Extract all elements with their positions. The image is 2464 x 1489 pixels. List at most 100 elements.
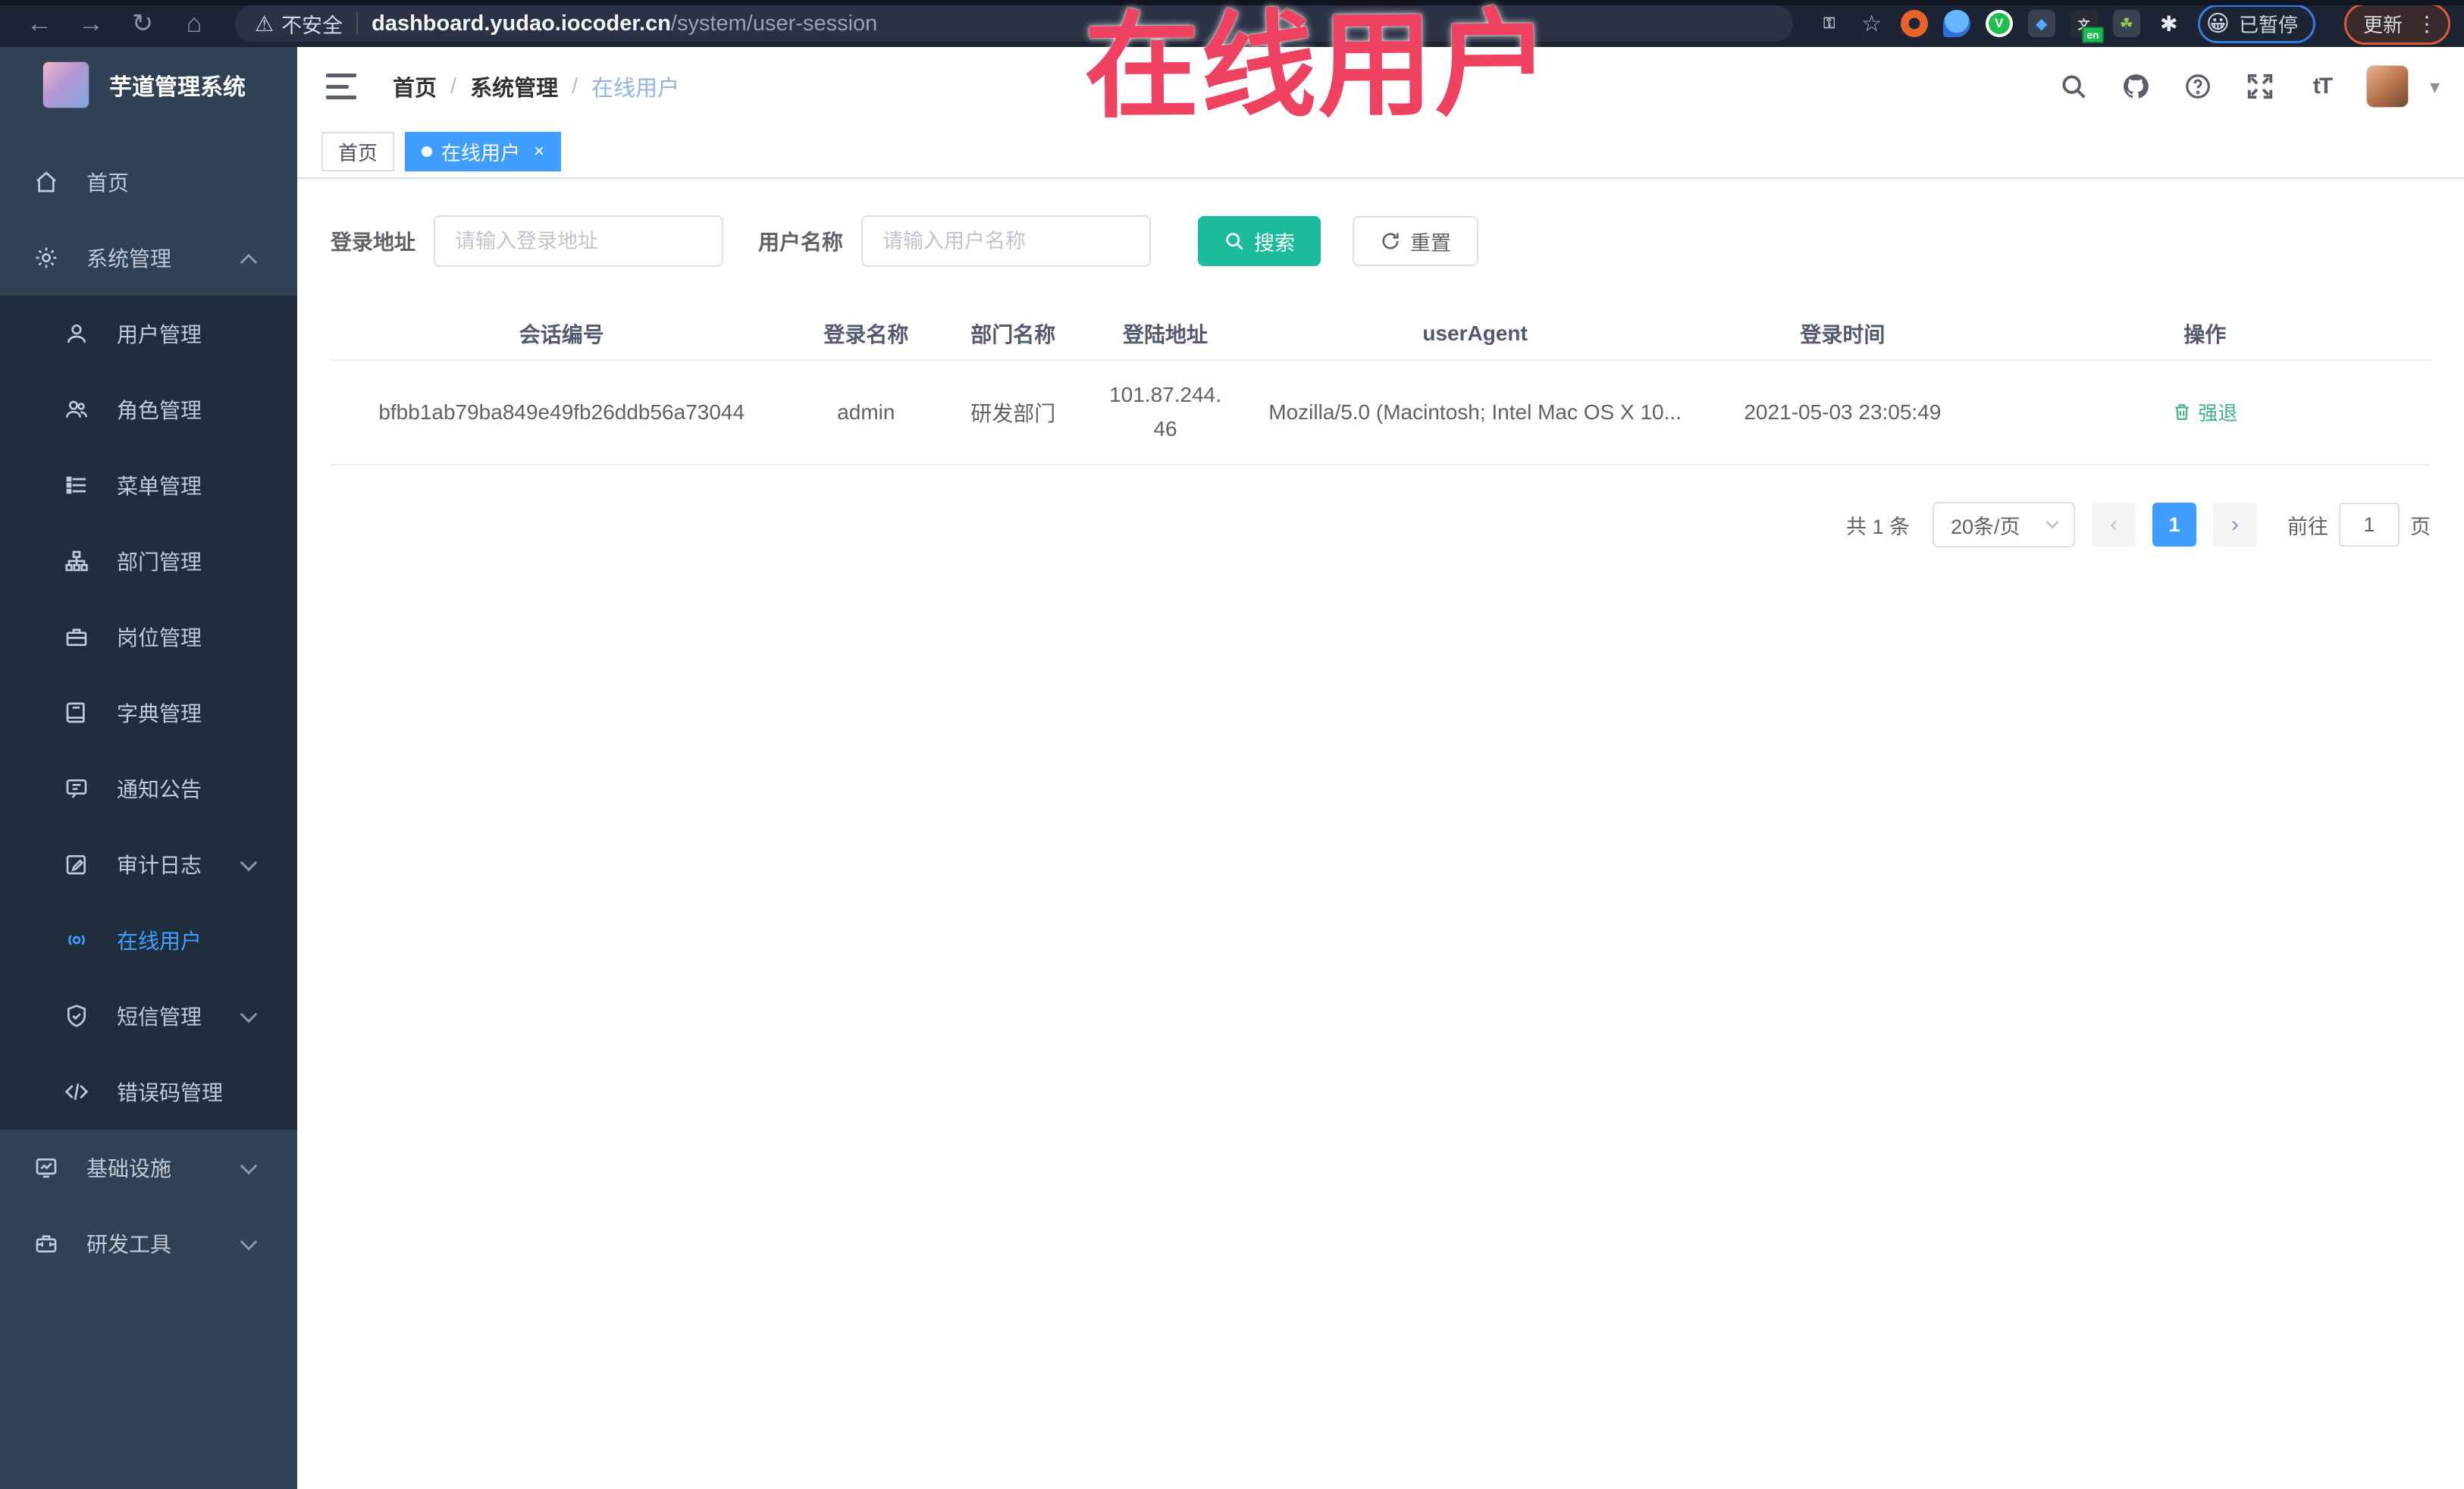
sidebar-logo-row[interactable]: 芋道管理系统 (0, 47, 297, 123)
close-icon[interactable]: × (534, 141, 544, 162)
page-unit-label: 页 (2410, 515, 2431, 538)
chevron-down-icon (240, 1157, 258, 1175)
extension-pin-icon[interactable] (1942, 10, 1970, 37)
address-bar[interactable]: ⚠ 不安全 dashboard.yudao.iocoder.cn /system… (235, 5, 1793, 42)
goto-page-input[interactable] (2339, 503, 2400, 547)
navbar-actions: tT ▾ (2055, 65, 2440, 108)
sidebar-item-label: 短信管理 (117, 1005, 202, 1029)
goto-label: 前往 (2287, 515, 2328, 538)
hamburger-icon[interactable] (326, 74, 356, 99)
login-addr-input[interactable] (434, 215, 724, 267)
users-icon (64, 397, 89, 422)
username-input[interactable] (861, 215, 1152, 267)
log-edit-icon (64, 851, 89, 877)
paused-badge[interactable]: 😀 已暂停 (2197, 4, 2315, 43)
reset-button[interactable]: 重置 (1353, 216, 1479, 266)
reload-icon[interactable]: ↻ (123, 4, 162, 43)
vue-letter: V (1988, 13, 2010, 34)
translate-en-badge: en (2082, 27, 2104, 43)
extension-diamond-icon[interactable]: ◆ (2027, 10, 2055, 37)
extension-proxy-icon[interactable]: ☘ (2112, 10, 2140, 37)
sidebar-item-label: 基础设施 (86, 1157, 172, 1180)
sidebar-item-menus[interactable]: 菜单管理 (0, 447, 297, 523)
online-icon (64, 927, 89, 953)
username-label: 用户名称 (758, 230, 844, 254)
help-icon[interactable] (2180, 68, 2216, 105)
extension-puzzle-icon[interactable]: ✱ (2155, 10, 2183, 37)
sidebar-item-notice[interactable]: 通知公告 (0, 751, 297, 826)
col-ip: 登陆地址 (1086, 306, 1244, 361)
search-icon[interactable] (2055, 68, 2092, 105)
extension-vue-icon[interactable]: V (1985, 10, 2013, 37)
sidebar-item-label: 通知公告 (117, 778, 202, 801)
search-form: 登录地址 用户名称 搜索 重置 (331, 215, 2431, 267)
password-key-icon[interactable]: ⚿ (1816, 10, 1843, 37)
sidebar-item-label: 在线用户 (117, 929, 202, 953)
sidebar-item-online-users[interactable]: 在线用户 (0, 902, 297, 978)
caret-down-icon[interactable]: ▾ (2430, 75, 2440, 99)
cell-user-agent: Mozilla/5.0 (Macintosh; Intel Mac OS X 1… (1243, 360, 1707, 466)
sidebar-item-departments[interactable]: 部门管理 (0, 523, 297, 599)
next-page-button[interactable]: › (2213, 503, 2257, 547)
sidebar-item-sms[interactable]: 短信管理 (0, 978, 297, 1054)
home-icon[interactable]: ⌂ (174, 4, 214, 43)
cell-ip: 101.87.244.46 (1086, 360, 1244, 466)
forward-icon[interactable]: → (71, 4, 111, 43)
sidebar: 芋道管理系统 首页 系统管理 用户管理 角色管理 菜单管理 部门管理 岗位管理 … (0, 47, 297, 1489)
breadcrumb-home[interactable]: 首页 (393, 71, 437, 102)
fullscreen-icon[interactable] (2242, 68, 2278, 105)
cell-username: admin (792, 360, 940, 466)
sidebar-item-system[interactable]: 系统管理 (0, 220, 297, 296)
toolbox-icon (33, 1230, 59, 1256)
sidebar-item-roles[interactable]: 角色管理 (0, 371, 297, 447)
back-icon[interactable]: ← (20, 4, 59, 43)
browser-update-button[interactable]: 更新 ⋮ (2343, 2, 2450, 45)
font-size-icon[interactable]: tT (2304, 68, 2340, 105)
sidebar-item-label: 角色管理 (117, 399, 202, 422)
force-logout-label: 强退 (2198, 401, 2238, 425)
search-button[interactable]: 搜索 (1198, 216, 1321, 266)
sidebar-item-users[interactable]: 用户管理 (0, 296, 297, 371)
chevron-down-icon (2045, 516, 2059, 529)
sidebar-item-label: 菜单管理 (117, 475, 202, 498)
sidebar-item-dev-tools[interactable]: 研发工具 (0, 1205, 297, 1281)
page-size-select[interactable]: 20条/页 (1933, 502, 2075, 547)
tab-label: 首页 (338, 141, 378, 165)
shield-check-icon (64, 1003, 89, 1029)
sidebar-item-audit-log[interactable]: 审计日志 (0, 826, 297, 902)
tab-home[interactable]: 首页 (321, 132, 395, 171)
paused-label: 已暂停 (2238, 13, 2298, 36)
browser-menu-icon[interactable]: ⋮ (2416, 11, 2437, 36)
goto-group: 前往 页 (2287, 503, 2431, 547)
col-session-id: 会话编号 (331, 306, 793, 361)
breadcrumb-current: 在线用户 (591, 77, 680, 101)
page-1-button[interactable]: 1 (2152, 503, 2196, 547)
sidebar-item-error-codes[interactable]: 错误码管理 (0, 1054, 297, 1130)
bookmark-star-icon[interactable]: ☆ (1858, 10, 1886, 37)
main-area: 首页 / 系统管理 / 在线用户 tT ▾ 首页 在线用户 × 登录地址 请输入… (297, 47, 2464, 1489)
extension-translate-icon[interactable]: 文 en (2070, 10, 2104, 43)
github-icon[interactable] (2118, 68, 2154, 105)
tab-online-users[interactable]: 在线用户 × (405, 132, 562, 171)
table-header-row: 会话编号 登录名称 部门名称 登陆地址 userAgent 登录时间 操作 (331, 306, 2431, 361)
sidebar-item-posts[interactable]: 岗位管理 (0, 599, 297, 675)
message-icon (64, 776, 89, 801)
force-logout-button[interactable]: 强退 (2172, 398, 2237, 426)
tab-label: 在线用户 (441, 141, 521, 165)
sidebar-item-dict[interactable]: 字典管理 (0, 675, 297, 751)
insecure-label[interactable]: 不安全 (281, 9, 343, 39)
sidebar-item-home[interactable]: 首页 (0, 144, 297, 220)
trash-icon (2175, 404, 2189, 421)
avatar[interactable] (2365, 65, 2409, 108)
extension-adblock-icon[interactable] (1900, 10, 1928, 37)
cell-session-id: bfbb1ab79ba849e49fb26ddb56a73044 (331, 360, 793, 466)
code-icon (64, 1079, 89, 1105)
url-path: /system/user-session (670, 11, 878, 36)
breadcrumb-system[interactable]: 系统管理 (470, 71, 558, 102)
app-shell: 芋道管理系统 首页 系统管理 用户管理 角色管理 菜单管理 部门管理 岗位管理 … (0, 47, 2464, 1489)
sidebar-item-infrastructure[interactable]: 基础设施 (0, 1130, 297, 1205)
prev-page-button[interactable]: ‹ (2092, 503, 2136, 547)
update-label: 更新 (2362, 13, 2403, 36)
search-icon (1226, 233, 1243, 250)
sidebar-menu: 首页 系统管理 用户管理 角色管理 菜单管理 部门管理 岗位管理 字典管理 通知… (0, 144, 297, 1281)
